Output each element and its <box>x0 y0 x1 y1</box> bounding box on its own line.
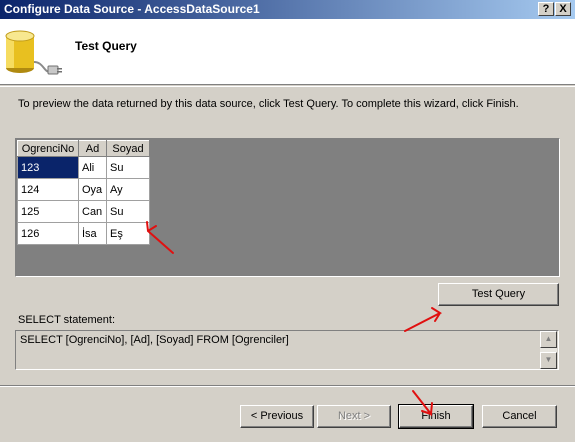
table-cell[interactable]: Ali <box>78 156 107 179</box>
table-row: 125 Can Su <box>17 200 150 223</box>
footer-divider-highlight <box>0 386 575 387</box>
table-cell[interactable]: Su <box>106 200 150 223</box>
table-cell[interactable]: 125 <box>17 200 79 223</box>
column-header-soyad[interactable]: Soyad <box>106 140 150 157</box>
select-statement-scrollbar[interactable]: ▲ ▼ <box>540 331 557 369</box>
table-cell[interactable]: 123 <box>17 156 79 179</box>
table-cell[interactable]: Oya <box>78 178 107 201</box>
configure-data-source-dialog: Configure Data Source - AccessDataSource… <box>0 0 575 442</box>
previous-button[interactable]: < Previous <box>240 405 314 428</box>
window-title: Configure Data Source - AccessDataSource… <box>4 2 260 16</box>
table-cell[interactable]: Su <box>106 156 150 179</box>
column-header-ogrencino[interactable]: OgrenciNo <box>17 140 79 157</box>
table-row: 124 Oya Ay <box>17 178 150 201</box>
close-button[interactable]: X <box>555 2 571 16</box>
arrow-annotation-test-query <box>404 307 443 332</box>
select-statement-text: SELECT [OgrenciNo], [Ad], [Soyad] FROM [… <box>20 334 289 346</box>
table-row: 126 İsa Eş <box>17 222 150 245</box>
page-title: Test Query <box>75 39 137 53</box>
test-query-button[interactable]: Test Query <box>438 283 559 306</box>
table-cell[interactable]: Eş <box>106 222 150 245</box>
table-cell[interactable]: İsa <box>78 222 107 245</box>
scroll-up-arrow-icon[interactable]: ▲ <box>540 331 557 348</box>
help-button[interactable]: ? <box>538 2 554 16</box>
wizard-header: Test Query <box>0 19 575 85</box>
header-row: OgrenciNo Ad Soyad <box>17 140 150 157</box>
scroll-down-arrow-icon[interactable]: ▼ <box>540 352 557 369</box>
table-cell[interactable]: Can <box>78 200 107 223</box>
finish-button[interactable]: Finish <box>398 404 474 429</box>
query-results-grid[interactable]: OgrenciNo Ad Soyad 123 Ali Su 124 Oya Ay… <box>15 138 560 277</box>
title-bar: Configure Data Source - AccessDataSource… <box>0 0 575 19</box>
table-row: 123 Ali Su <box>17 156 150 179</box>
results-table: OgrenciNo Ad Soyad 123 Ali Su 124 Oya Ay… <box>17 140 150 245</box>
instructions-text: To preview the data returned by this dat… <box>18 98 519 110</box>
next-button[interactable]: Next > <box>317 405 391 428</box>
column-header-ad[interactable]: Ad <box>78 140 107 157</box>
cancel-button[interactable]: Cancel <box>482 405 557 428</box>
database-connection-icon <box>5 30 62 75</box>
table-cell[interactable]: Ay <box>106 178 150 201</box>
select-statement-label: SELECT statement: <box>18 314 116 326</box>
select-statement-box[interactable]: SELECT [OgrenciNo], [Ad], [Soyad] FROM [… <box>15 330 559 370</box>
header-divider <box>0 86 575 87</box>
table-cell[interactable]: 126 <box>17 222 79 245</box>
table-cell[interactable]: 124 <box>17 178 79 201</box>
